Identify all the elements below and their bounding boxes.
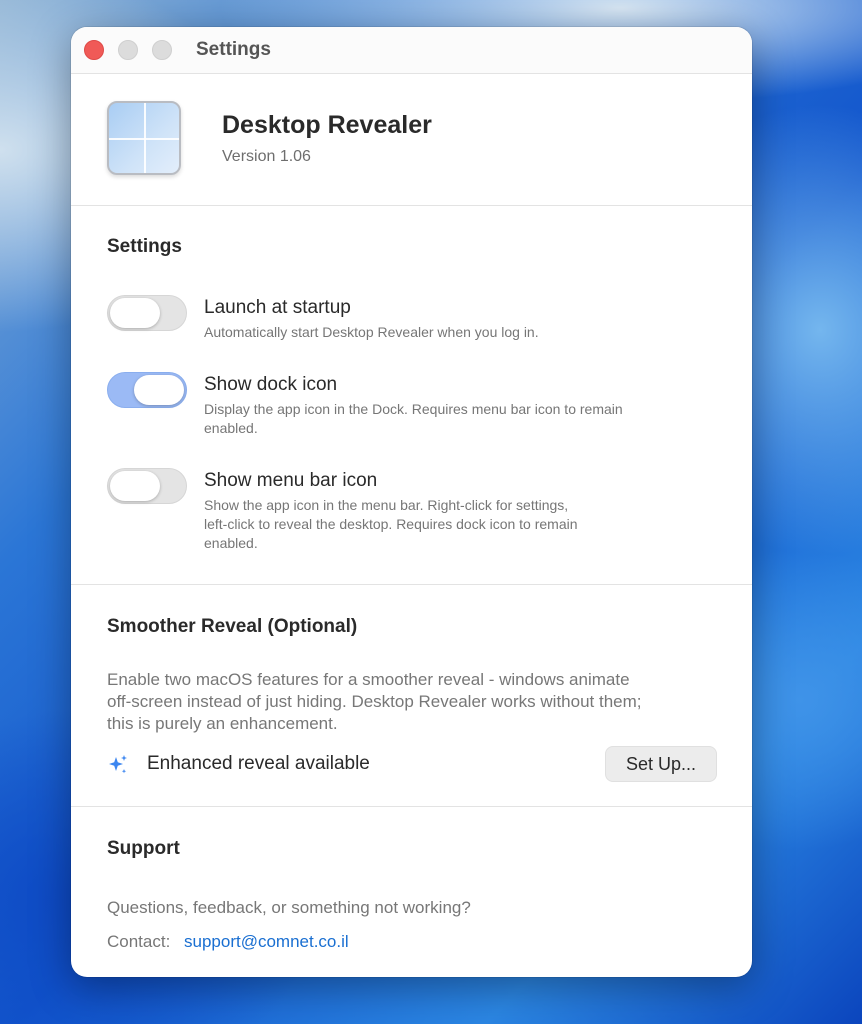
toggle-knob [134, 375, 184, 405]
smoother-reveal-description: Enable two macOS features for a smoother… [107, 670, 642, 733]
zoom-window-button[interactable] [152, 40, 172, 60]
toggle-knob [110, 298, 160, 328]
settings-window: Settings Desktop Revealer Version 1.06 S… [71, 27, 752, 977]
settings-section-title: Settings [107, 236, 182, 257]
show-menu-bar-icon-label: Show menu bar icon [204, 470, 378, 491]
toggle-knob [110, 471, 160, 501]
launch-at-startup-toggle[interactable] [107, 295, 187, 331]
launch-at-startup-label: Launch at startup [204, 297, 351, 318]
support-question: Questions, feedback, or something not wo… [107, 898, 471, 917]
title-bar[interactable]: Settings [71, 27, 752, 74]
app-version: Version 1.06 [222, 148, 311, 165]
app-window-grid-icon [107, 101, 181, 175]
set-up-button[interactable]: Set Up... [605, 746, 717, 782]
app-header: Desktop Revealer Version 1.06 [71, 74, 752, 206]
minimize-window-button[interactable] [118, 40, 138, 60]
show-dock-icon-label: Show dock icon [204, 374, 338, 395]
support-section-title: Support [107, 838, 180, 859]
window-title: Settings [196, 39, 271, 60]
section-divider [71, 806, 752, 807]
show-menu-bar-icon-description: Show the app icon in the menu bar. Right… [204, 497, 578, 551]
show-menu-bar-icon-toggle[interactable] [107, 468, 187, 504]
launch-at-startup-description: Automatically start Desktop Revealer whe… [204, 324, 539, 340]
close-window-button[interactable] [84, 40, 104, 60]
support-email-link[interactable]: support@comnet.co.il [184, 932, 349, 952]
sparkle-icon [109, 755, 127, 774]
enhanced-reveal-status: Enhanced reveal available [147, 753, 370, 774]
smoother-reveal-section-title: Smoother Reveal (Optional) [107, 616, 358, 637]
show-dock-icon-toggle[interactable] [107, 372, 187, 408]
app-name: Desktop Revealer [222, 111, 432, 139]
section-divider [71, 584, 752, 585]
contact-label: Contact: [107, 932, 171, 951]
show-dock-icon-description: Display the app icon in the Dock. Requir… [204, 401, 623, 436]
